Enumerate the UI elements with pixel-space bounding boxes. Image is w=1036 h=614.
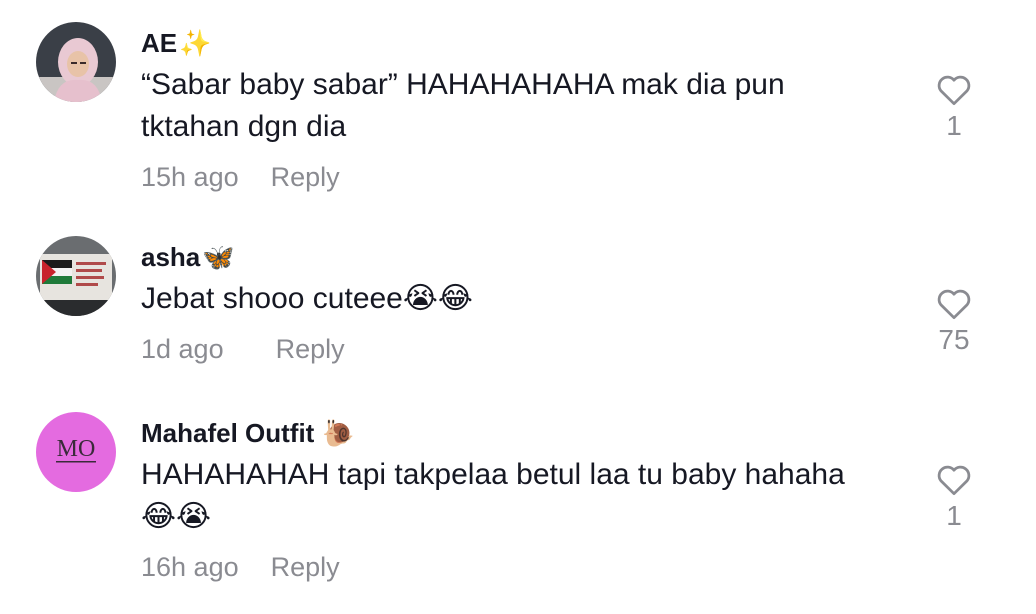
like-control: 1	[924, 72, 984, 142]
heart-icon[interactable]	[935, 72, 973, 106]
avatar[interactable]	[36, 22, 116, 102]
reply-button[interactable]: Reply	[271, 162, 340, 192]
username-text: asha	[141, 242, 201, 272]
username[interactable]: Mahafel Outfit 🐌	[141, 418, 355, 449]
svg-text:MO: MO	[57, 436, 96, 462]
timestamp: 16h ago	[141, 552, 239, 582]
username-text: AE	[141, 28, 178, 58]
palestine-flag-avatar-icon	[36, 236, 116, 316]
comment-meta: 16h ago Reply	[141, 552, 340, 583]
timestamp: 1d ago	[141, 334, 224, 364]
like-count: 1	[946, 110, 962, 141]
avatar[interactable]: MO	[36, 412, 116, 492]
avatar[interactable]	[36, 236, 116, 316]
sparkles-icon: ✨	[179, 28, 212, 58]
comment-meta: 1d ago Reply	[141, 334, 345, 365]
comment-text: “Sabar baby sabar” HAHAHAHAHA mak dia pu…	[141, 68, 785, 143]
comment-text: HAHAHAHAH tapi takpelaa betul laa tu bab…	[141, 458, 845, 533]
username-text: Mahafel Outfit	[141, 418, 315, 448]
username[interactable]: asha🦋	[141, 242, 235, 273]
reply-button[interactable]: Reply	[276, 334, 345, 364]
butterfly-icon: 🦋	[202, 242, 235, 272]
comment-meta: 15h ago Reply	[141, 162, 340, 193]
mo-logo-avatar-icon: MO	[36, 412, 116, 492]
timestamp: 15h ago	[141, 162, 239, 192]
like-control: 1	[924, 462, 984, 532]
heart-icon[interactable]	[935, 462, 973, 496]
like-control: 75	[924, 286, 984, 356]
reply-button[interactable]: Reply	[271, 552, 340, 582]
like-count: 75	[938, 324, 970, 355]
heart-icon[interactable]	[935, 286, 973, 320]
snail-icon: 🐌	[322, 418, 355, 448]
comment-text: Jebat shooo cuteee😭😂	[141, 282, 473, 315]
woman-hijab-avatar-icon	[36, 22, 116, 102]
username[interactable]: AE✨	[141, 28, 212, 59]
like-count: 1	[946, 500, 962, 531]
